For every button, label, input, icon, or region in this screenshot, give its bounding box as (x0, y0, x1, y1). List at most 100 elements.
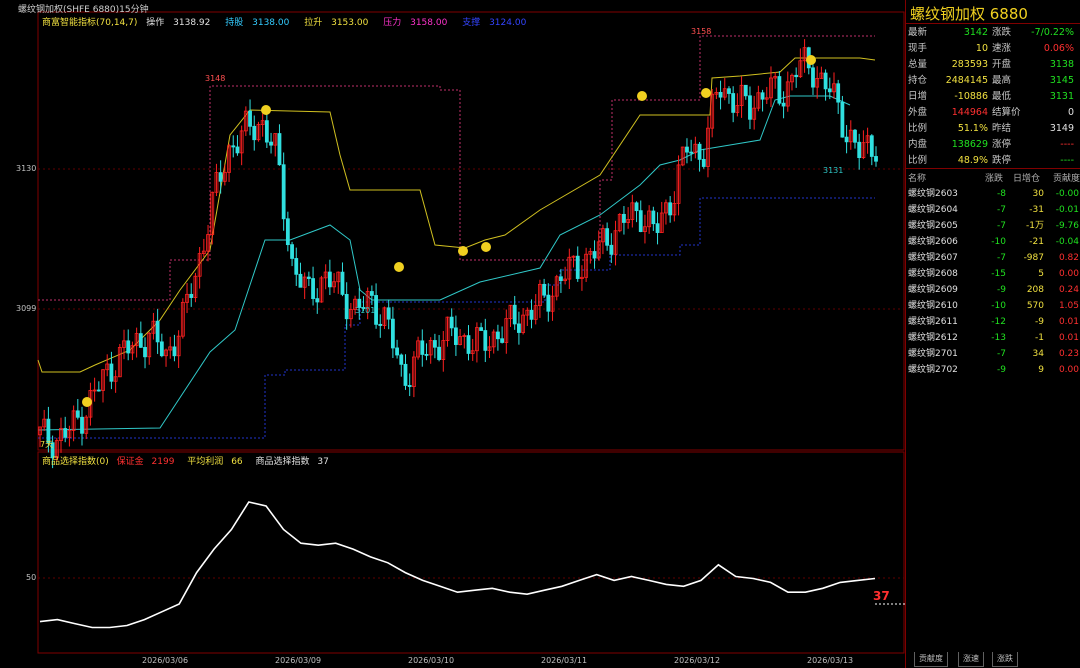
candle-body (827, 88, 832, 93)
contract-oi: 9 (1038, 365, 1044, 375)
date-label: 2026/03/10 (408, 656, 455, 665)
quote-value: -7/0.22% (1031, 27, 1074, 38)
candle-body (315, 298, 320, 303)
candle-body (529, 309, 534, 320)
sub-indicator-item: 保证金 2199 (116, 457, 175, 467)
candle-body (386, 307, 391, 320)
col-header-name: 名称 (908, 174, 927, 184)
quote-value: 144964 (951, 107, 988, 118)
candle-body (420, 340, 425, 355)
table-row[interactable]: 螺纹钢2610 -10 570 1.05 (906, 298, 1080, 314)
table-row[interactable]: 螺纹钢2606 -10 -21 -0.04 (906, 234, 1080, 250)
contract-name: 螺纹钢2607 (908, 253, 958, 263)
quote-label: 跌停 (992, 155, 1012, 166)
candle-body (138, 333, 143, 348)
contract-contrib: 0.00 (1058, 269, 1079, 279)
date-label: 2026/03/06 (142, 656, 189, 665)
table-row[interactable]: 螺纹钢2604 -7 -31 -0.01 (906, 202, 1080, 218)
indicator-name: 商富智能指标(70,14,7) (42, 18, 138, 28)
quote-label: 最高 (992, 75, 1012, 86)
smiley-markers (82, 55, 816, 407)
candle-body (327, 271, 332, 288)
contract-contrib: -0.04 (1055, 237, 1079, 247)
table-row[interactable]: 螺纹钢2612 -13 -1 0.01 (906, 330, 1080, 346)
contract-oi: 570 (1026, 301, 1044, 311)
kline-chart[interactable]: 3148 3158 3101 3131 7天 37 (0, 0, 905, 668)
high-label-1: 3148 (205, 74, 225, 83)
contract-name: 螺纹钢2606 (908, 237, 958, 247)
hold-line (37, 95, 851, 431)
sub-indicator-item: 商品选择指数 37 (255, 457, 329, 467)
quote-value: 138629 (951, 139, 988, 150)
candle-body (264, 120, 269, 143)
quote-row: 总量 283593 开盘 3138 (906, 57, 1080, 73)
candle-body (844, 136, 849, 143)
contract-oi: 30 (1032, 189, 1044, 199)
candle-body (172, 346, 177, 357)
candle-body (75, 410, 80, 418)
quote-row: 现手 10 速涨 0.06% (906, 41, 1080, 57)
col-header-change: 涨跌 (985, 174, 1004, 184)
candle-body (285, 218, 290, 246)
contract-name: 螺纹钢2605 (908, 221, 958, 231)
table-row[interactable]: 螺纹钢2607 -7 -987 0.82 (906, 250, 1080, 266)
quote-label: 总量 (908, 59, 928, 70)
contract-name: 螺纹钢2701 (908, 349, 958, 359)
contract-change: -9 (997, 365, 1006, 375)
candle-body (96, 389, 101, 392)
contract-contrib: -0.01 (1055, 205, 1079, 215)
quote-value: 10 (975, 43, 988, 54)
quote-value: 283593 (951, 59, 988, 70)
candle-body (143, 346, 147, 358)
tab-change[interactable]: 涨跌 (992, 652, 1018, 667)
quote-label[interactable]: 结算价 (992, 105, 1021, 121)
contract-contrib: 1.05 (1058, 301, 1079, 311)
quote-label: 最低 (992, 91, 1012, 102)
contract-name: 螺纹钢2610 (908, 301, 958, 311)
table-row[interactable]: 螺纹钢2603 -8 30 -0.00 (906, 186, 1080, 202)
contract-oi: -1万 (1026, 221, 1044, 231)
candle-body (668, 202, 673, 216)
quote-label: 持仓 (908, 75, 928, 86)
table-row[interactable]: 螺纹钢2611 -12 -9 0.01 (906, 314, 1080, 330)
selection-index-line (39, 501, 876, 629)
candle-body (605, 228, 610, 246)
table-row[interactable]: 螺纹钢2701 -7 34 0.23 (906, 346, 1080, 362)
col-header-oi: 日增仓 (1013, 174, 1041, 184)
candle-body (592, 251, 597, 259)
smiley-icon (394, 262, 404, 272)
contract-change: -9 (997, 285, 1006, 295)
tab-speed[interactable]: 涨速 (958, 652, 984, 667)
table-row[interactable]: 螺纹钢2609 -9 208 0.24 (906, 282, 1080, 298)
table-row[interactable]: 螺纹钢2608 -15 5 0.00 (906, 266, 1080, 282)
candle-body (496, 331, 500, 340)
contract-change: -7 (997, 221, 1006, 231)
candle-body (231, 145, 236, 148)
candle-body (432, 340, 437, 348)
col-header-contrib: 贡献度 (1053, 174, 1080, 184)
candle-body (685, 146, 689, 153)
support-line (38, 197, 875, 439)
sub-tick-50: 50 (26, 573, 37, 582)
table-row[interactable]: 螺纹钢2702 -9 9 0.00 (906, 362, 1080, 378)
table-row[interactable]: 螺纹钢2605 -7 -1万 -9.76 (906, 218, 1080, 234)
quote-label[interactable]: 昨结 (992, 121, 1011, 137)
smiley-icon (701, 88, 711, 98)
sub-pane-frame (37, 451, 905, 654)
candle-body (311, 278, 315, 299)
smiley-icon (806, 55, 816, 65)
candle-body (546, 294, 551, 312)
quote-label: 最新 (908, 27, 928, 38)
tab-contribution[interactable]: 贡献度 (914, 652, 948, 667)
quote-label: 比例 (908, 123, 928, 134)
candle-body (823, 72, 828, 90)
quote-label: 开盘 (992, 59, 1012, 70)
candle-body (235, 146, 240, 154)
contract-contrib: -9.76 (1055, 221, 1079, 231)
candle-body (836, 83, 841, 103)
selection-index-value: 37 (873, 589, 890, 603)
candle-body (853, 129, 857, 143)
quote-panel: 螺纹钢加权 6880 最新 3142 涨跌 -7/0.22% 现手 10 速涨 0.06% 总量… (905, 0, 1080, 668)
candle-body (517, 323, 521, 333)
indicator-item: 持股 3138.00 (225, 18, 290, 28)
